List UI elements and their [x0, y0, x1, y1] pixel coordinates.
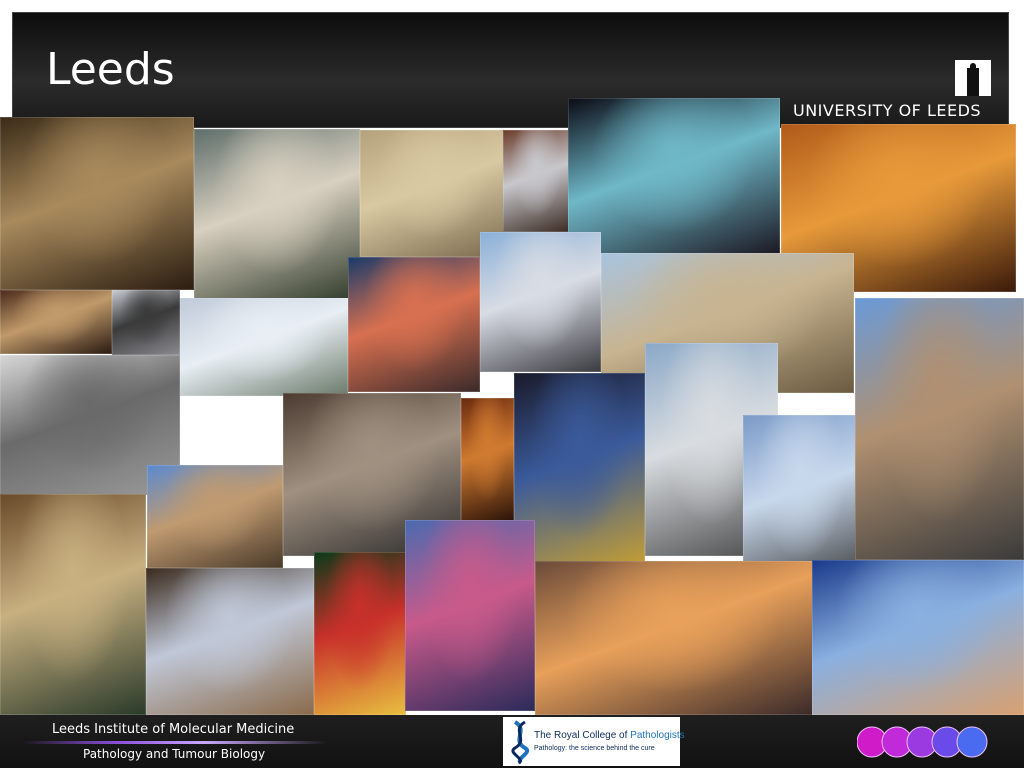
photo-christmas-market-aerial	[535, 561, 813, 715]
photo-spires-parkinson	[480, 232, 601, 372]
photo-street-lamp-alley	[194, 129, 360, 299]
photo-civic-hall-dusk	[812, 560, 1024, 715]
photo-harvey-nichols-window	[146, 568, 314, 715]
dna-helix-icon	[511, 720, 529, 764]
photo-corn-exchange	[147, 465, 283, 568]
photo-ferris-wheel-night	[405, 520, 535, 711]
university-logo-text: UNIVERSITY OF LEEDS	[793, 101, 982, 120]
slide-title: Leeds	[46, 44, 175, 95]
photo-fountains-civic	[180, 298, 348, 396]
photo-town-hall-sunset	[348, 257, 480, 392]
rcp-name: The Royal College of Pathologists	[534, 730, 685, 741]
photo-sphere-sculpture	[503, 130, 570, 232]
cell-sphere	[956, 726, 988, 758]
photo-county-arcade	[0, 494, 146, 715]
rcp-tagline: Pathology: the science behind the cure	[534, 745, 655, 752]
photo-equestrian-statue	[112, 290, 180, 355]
photo-bar-interior	[461, 398, 514, 521]
photo-shop-interior	[0, 290, 112, 354]
royal-college-pathologists-logo: The Royal College of Pathologists Pathol…	[503, 717, 685, 766]
photo-city-varieties-poster	[314, 552, 406, 715]
cell-spheres-icon	[857, 726, 988, 758]
photo-arcade-interior	[0, 117, 194, 290]
institute-name: Leeds Institute of Molecular Medicine	[52, 722, 295, 737]
parkinson-tower-icon	[955, 60, 991, 96]
footer-divider	[22, 741, 327, 744]
department-name: Pathology and Tumour Biology	[83, 747, 266, 761]
photo-town-hall-street	[855, 298, 1024, 560]
